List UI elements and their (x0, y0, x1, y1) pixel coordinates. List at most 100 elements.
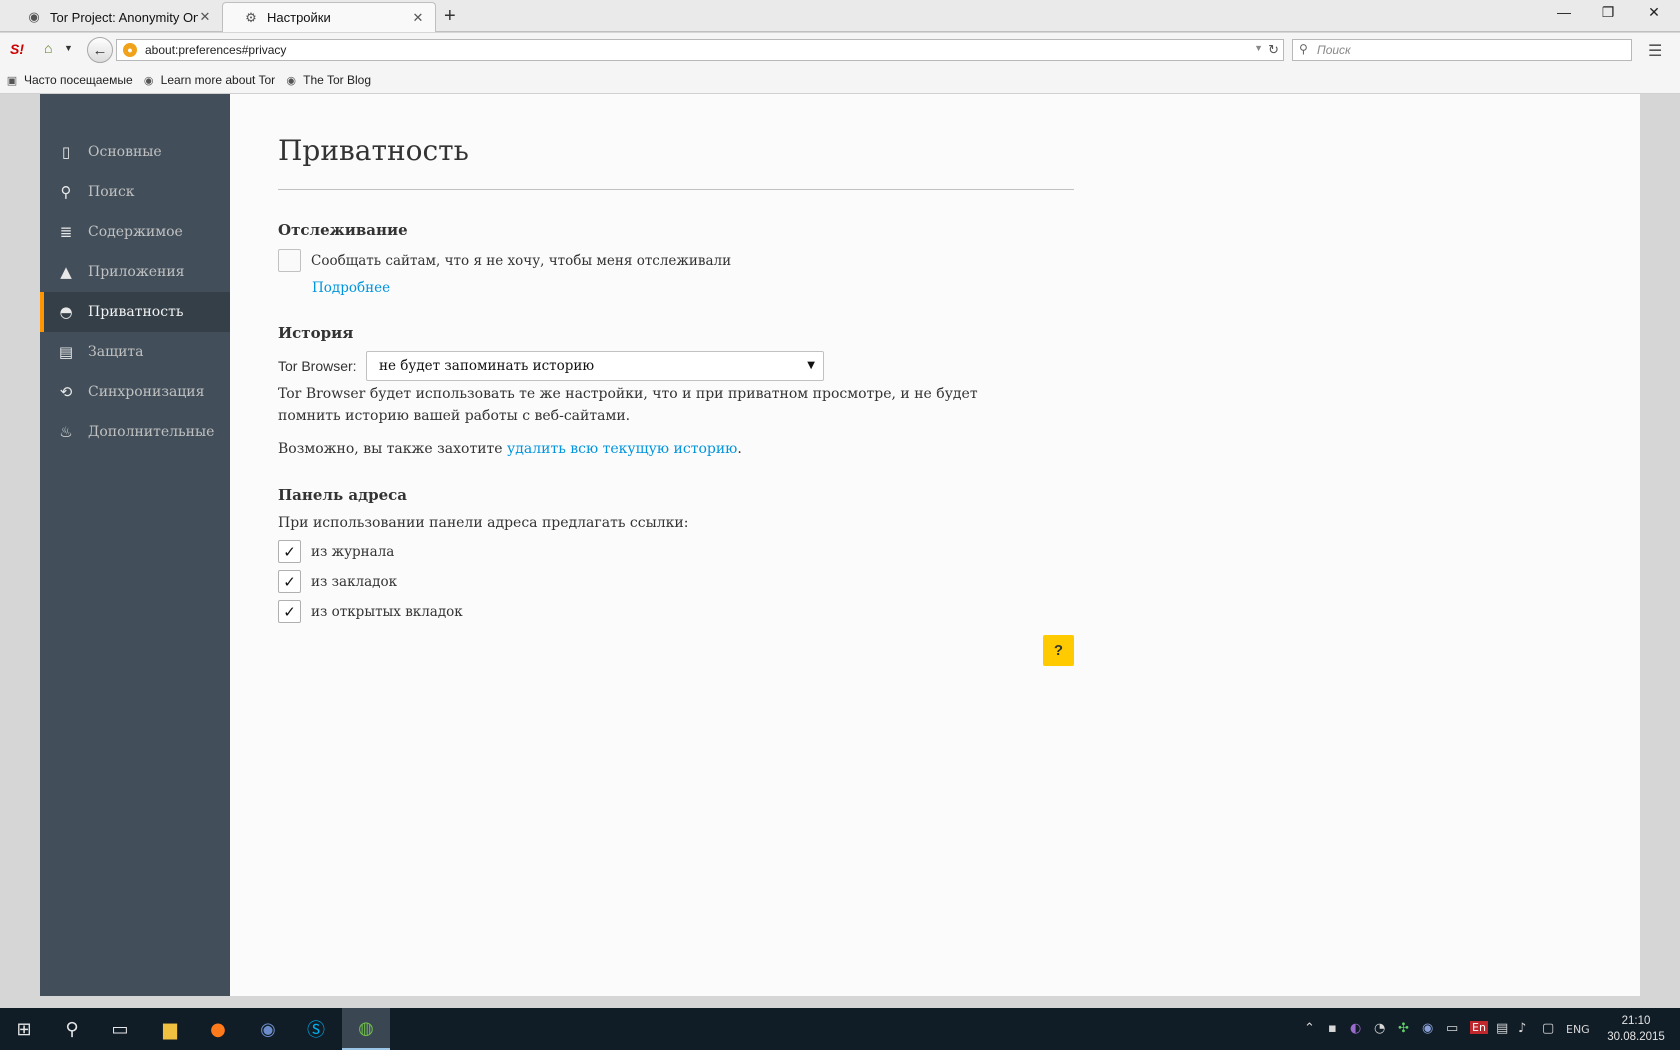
dropdown-arrow-icon[interactable]: ▼ (1254, 43, 1263, 53)
taskbar-skype[interactable]: Ⓢ (292, 1008, 340, 1050)
suggest-tabs-checkbox[interactable]: ✓ (278, 600, 301, 623)
suggest-bookmarks-checkbox[interactable]: ✓ (278, 570, 301, 593)
suggest-bookmarks-row[interactable]: ✓ из закладок (278, 570, 397, 593)
learn-more-link[interactable]: Подробнее (312, 280, 390, 296)
bookmarks-toolbar: ▣ Часто посещаемые ◉ Learn more about To… (0, 67, 1680, 94)
task-view-button[interactable]: ▭ (96, 1008, 144, 1050)
suggest-bookmarks-label: из закладок (311, 573, 398, 590)
bookmark-learn-more[interactable]: ◉ Learn more about Tor (141, 72, 276, 88)
windows-logo-icon: ⊞ (16, 1018, 32, 1040)
history-mode-select[interactable]: не будет запоминать историю ▼ (366, 351, 824, 381)
tab-settings[interactable]: ⚙ Настройки ✕ (222, 2, 436, 32)
taskbar-explorer[interactable]: ▆ (146, 1008, 194, 1050)
help-button[interactable]: ? (1043, 635, 1074, 666)
search-input[interactable]: ⚲ Поиск (1292, 39, 1632, 61)
torbutton-icon[interactable]: ⌂ (44, 40, 52, 56)
bookmark-most-visited[interactable]: ▣ Часто посещаемые (4, 72, 133, 88)
noscript-icon[interactable]: S! (10, 41, 24, 57)
lock-icon: ▤ (58, 343, 74, 361)
tab-tor-project[interactable]: ◉ Tor Project: Anonymity On... ✕ (6, 2, 222, 32)
network-icon[interactable]: ▤ (1496, 1021, 1508, 1036)
sidebar-item-sync[interactable]: ⟲ Синхронизация (40, 372, 230, 412)
clock-date: 30.08.2015 (1607, 1031, 1665, 1043)
sidebar-item-general[interactable]: ▯ Основные (40, 132, 230, 172)
sidebar-item-advanced[interactable]: ♨ Дополнительные (40, 412, 230, 452)
suggest-tabs-label: из открытых вкладок (311, 603, 463, 620)
dnt-checkbox[interactable] (278, 249, 301, 272)
bookmark-label: The Tor Blog (303, 73, 371, 87)
back-button[interactable]: ← (87, 37, 113, 63)
volume-icon[interactable]: ♪ (1518, 1021, 1526, 1036)
search-icon: ⚲ (65, 1018, 79, 1040)
search-taskbar-button[interactable]: ⚲ (48, 1008, 96, 1050)
language-indicator-icon[interactable]: En (1470, 1021, 1488, 1034)
window-close-button[interactable]: ✕ (1632, 4, 1676, 21)
sync-icon: ⟲ (59, 383, 73, 401)
steam-icon[interactable]: ◔ (1374, 1021, 1385, 1036)
viber-icon[interactable]: ◐ (1350, 1021, 1361, 1036)
folder-icon: ▣ (6, 74, 18, 87)
tray-app-icon[interactable]: ◉ (1422, 1021, 1433, 1036)
sidebar-item-applications[interactable]: ▲ Приложения (40, 252, 230, 292)
clear-history-text: Возможно, вы также захотите удалить всю … (278, 438, 1038, 460)
system-clock[interactable]: 21:10 30.08.2015 (1606, 1013, 1666, 1045)
history-description: Tor Browser будет использовать те же нас… (278, 386, 978, 424)
bookmark-label: Часто посещаемые (24, 73, 133, 87)
sync-tray-icon[interactable]: ✣ (1398, 1021, 1409, 1036)
close-icon[interactable]: ✕ (198, 9, 212, 25)
tor-browser-icon: ◍ (358, 1017, 374, 1039)
restore-button[interactable]: ❐ (1586, 4, 1630, 21)
dnt-row[interactable]: Сообщать сайтам, что я не хочу, чтобы ме… (278, 249, 731, 272)
applications-icon: ▲ (60, 263, 72, 281)
chevron-down-icon: ▼ (807, 360, 815, 371)
sidebar-item-label: Поиск (88, 184, 135, 200)
tab-strip: ◉ Tor Project: Anonymity On... ✕ ⚙ Настр… (0, 0, 1680, 32)
suggest-history-row[interactable]: ✓ из журнала (278, 540, 394, 563)
dnt-label: Сообщать сайтам, что я не хочу, чтобы ме… (311, 252, 732, 269)
history-mode-value: не будет запоминать историю (379, 358, 595, 374)
clock-time: 21:10 (1621, 1015, 1651, 1027)
sidebar-item-search[interactable]: ⚲ Поиск (40, 172, 230, 212)
app-icon: ◉ (260, 1018, 276, 1040)
minimize-button[interactable]: — (1542, 4, 1586, 20)
taskbar-app[interactable]: ◉ (244, 1008, 292, 1050)
locationbar-intro: При использовании панели адреса предлага… (278, 515, 689, 531)
new-tab-button[interactable]: + (444, 5, 456, 28)
suggest-tabs-row[interactable]: ✓ из открытых вкладок (278, 600, 463, 623)
onion-icon: ◉ (28, 9, 40, 24)
sidebar-item-privacy[interactable]: ◓ Приватность (40, 292, 230, 332)
sidebar-item-security[interactable]: ▤ Защита (40, 332, 230, 372)
action-center-icon[interactable]: ▢ (1542, 1021, 1554, 1036)
taskbar-tor-browser[interactable]: ◍ (342, 1008, 390, 1050)
bookmark-label: Learn more about Tor (160, 73, 276, 87)
hamburger-menu-icon[interactable]: ☰ (1648, 41, 1662, 61)
close-icon[interactable]: ✕ (411, 10, 425, 26)
bookmark-tor-blog[interactable]: ◉ The Tor Blog (283, 72, 371, 88)
taskbar-firefox[interactable]: ● (194, 1008, 242, 1050)
gear-icon: ⚙ (245, 9, 257, 25)
sidebar-item-label: Содержимое (88, 224, 183, 240)
folder-icon: ▆ (163, 1018, 177, 1040)
start-button[interactable]: ⊞ (0, 1008, 48, 1050)
windows-taskbar: ⊞ ⚲ ▭ ▆ ● ◉ Ⓢ ◍ ⌃ ▪ ◐ ◔ ✣ ◉ ▭ En ▤ ♪ ▢ E… (0, 1008, 1680, 1050)
language-label[interactable]: ENG (1566, 1023, 1590, 1036)
chevron-down-icon[interactable]: ▼ (64, 43, 73, 53)
keyboard-tray-icon[interactable]: ▭ (1446, 1021, 1458, 1036)
sidebar-item-label: Приложения (88, 264, 185, 280)
url-bar[interactable]: ● about:preferences#privacy ▼ ↻ (116, 39, 1284, 61)
onion-icon: ◉ (143, 74, 154, 87)
content-icon: ≣ (59, 223, 73, 241)
search-icon: ⚲ (1299, 42, 1308, 56)
task-view-icon: ▭ (111, 1018, 129, 1040)
firefox-identity-icon: ● (123, 43, 137, 57)
suggest-history-checkbox[interactable]: ✓ (278, 540, 301, 563)
preferences-sidebar: ▯ Основные ⚲ Поиск ≣ Содержимое ▲ Прилож… (40, 94, 230, 996)
general-icon: ▯ (61, 143, 71, 161)
tray-app-icon[interactable]: ▪ (1328, 1021, 1337, 1036)
show-hidden-icons[interactable]: ⌃ (1304, 1021, 1315, 1036)
clear-history-link[interactable]: удалить всю текущую историю (507, 441, 737, 457)
reload-icon[interactable]: ↻ (1268, 42, 1279, 58)
skype-icon: Ⓢ (307, 1020, 325, 1041)
privacy-mask-icon: ◓ (59, 303, 73, 321)
sidebar-item-content[interactable]: ≣ Содержимое (40, 212, 230, 252)
